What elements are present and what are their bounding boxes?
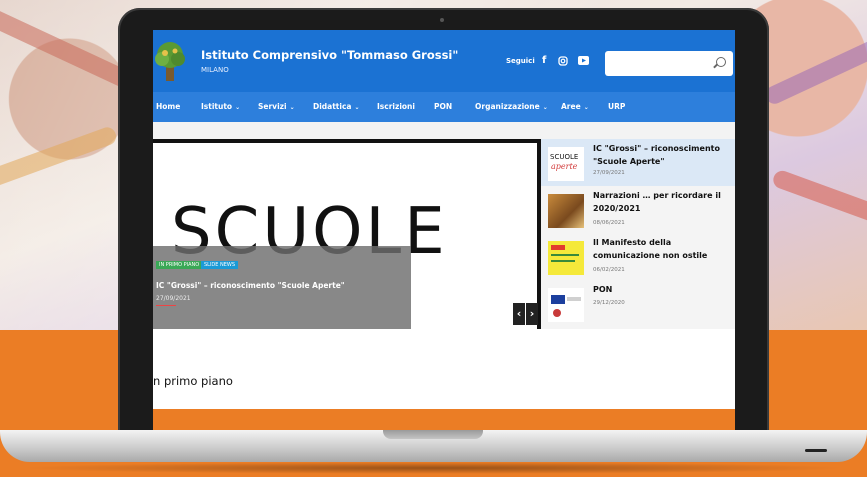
- laptop-screen: Istituto Comprensivo "Tommaso Grossi" MI…: [153, 30, 735, 430]
- camera-icon: [440, 18, 444, 22]
- nav-label: Organizzazione: [475, 102, 540, 111]
- chevron-down-icon: ⌄: [354, 104, 360, 111]
- nav-item-aree[interactable]: Aree ⌄: [561, 102, 589, 111]
- facebook-icon[interactable]: f: [542, 55, 546, 66]
- nav-item-istituto[interactable]: Istituto ⌄: [201, 102, 240, 111]
- search-input[interactable]: [605, 51, 733, 76]
- news-thumbnail[interactable]: [548, 288, 584, 322]
- content-area: [153, 329, 735, 409]
- youtube-icon[interactable]: [578, 56, 589, 65]
- pencil-decoration: [0, 7, 137, 91]
- nav-item-didattica[interactable]: Didattica ⌄: [313, 102, 360, 111]
- news-date: 27/09/2021: [593, 170, 625, 176]
- nav-item-organizzazione[interactable]: Organizzazione ⌄: [475, 102, 548, 111]
- thumb-decoration: [567, 297, 581, 301]
- nav-label: Aree: [561, 102, 581, 111]
- news-date: 06/02/2021: [593, 267, 625, 273]
- news-title[interactable]: Il Manifesto della comunicazione non ost…: [593, 237, 733, 262]
- tag-in-primo-piano[interactable]: IN PRIMO PIANO: [156, 261, 203, 269]
- nav-item-urp[interactable]: URP: [608, 102, 625, 111]
- pencil-decoration: [762, 31, 867, 107]
- laptop-indicator: [805, 449, 827, 452]
- tag-slide-news[interactable]: SLIDE NEWS: [201, 261, 239, 269]
- news-title[interactable]: Narrazioni … per ricordare il 2020/2021: [593, 190, 733, 215]
- pencil-decoration: [770, 168, 867, 230]
- site-subtitle: MILANO: [201, 66, 229, 74]
- nav-item-iscrizioni[interactable]: Iscrizioni: [377, 102, 415, 111]
- thumb-decoration: [551, 260, 575, 262]
- follow-label: Seguici: [506, 57, 535, 65]
- thumb-text: SCUOLE: [550, 153, 579, 161]
- pencil-decoration: [0, 124, 119, 194]
- eu-flag-icon: [551, 295, 565, 304]
- chevron-down-icon: ⌄: [542, 104, 548, 111]
- nav-label: Servizi: [258, 102, 287, 111]
- nav-item-pon[interactable]: PON: [434, 102, 452, 111]
- orange-band: [153, 409, 735, 430]
- nav-label: Didattica: [313, 102, 352, 111]
- nav-item-home[interactable]: Home: [156, 102, 180, 111]
- thumb-decoration: [551, 254, 579, 256]
- nav-item-servizi[interactable]: Servizi ⌄: [258, 102, 295, 111]
- site-title[interactable]: Istituto Comprensivo "Tommaso Grossi": [201, 48, 458, 62]
- chevron-down-icon: ⌄: [583, 104, 589, 111]
- next-slide-button[interactable]: ›: [526, 303, 538, 325]
- nav-label: URP: [608, 102, 626, 111]
- list-item[interactable]: SCUOLE aperte IC "Grossi" – riconoscimen…: [541, 139, 735, 186]
- section-title: n primo piano: [153, 374, 233, 388]
- news-date: 29/12/2020: [593, 300, 625, 306]
- instagram-icon[interactable]: [558, 56, 568, 66]
- thumb-subtext: aperte: [551, 162, 578, 171]
- site-header: Istituto Comprensivo "Tommaso Grossi" MI…: [153, 30, 735, 92]
- main-nav: Home Istituto ⌄ Servizi ⌄ Didattica ⌄ Iscri…: [153, 92, 735, 122]
- news-slider[interactable]: SCUOLE IN PRIMO PIANO SLIDE NEWS IC "Gro…: [153, 139, 541, 329]
- nav-label: Iscrizioni: [377, 102, 415, 111]
- list-item[interactable]: Il Manifesto della comunicazione non ost…: [541, 233, 735, 280]
- breadcrumb-strip: [153, 122, 735, 139]
- chevron-down-icon: ⌄: [289, 104, 295, 111]
- emblem-icon: [553, 309, 561, 317]
- nav-label: Home: [156, 102, 181, 111]
- thumb-decoration: [551, 245, 565, 250]
- news-thumbnail[interactable]: SCUOLE aperte: [548, 147, 584, 181]
- slide-divider: [156, 305, 176, 306]
- slide-date: 27/09/2021: [156, 295, 191, 302]
- laptop-notch: [383, 430, 483, 439]
- search-icon[interactable]: [716, 57, 726, 67]
- slide-title[interactable]: IC "Grossi" – riconoscimento "Scuole Ape…: [156, 281, 345, 290]
- nav-label: PON: [434, 102, 453, 111]
- news-thumbnail[interactable]: [548, 241, 584, 275]
- school-logo-tree-icon[interactable]: [153, 41, 187, 83]
- prev-slide-button[interactable]: ‹: [513, 303, 525, 325]
- chevron-down-icon: ⌄: [235, 104, 241, 111]
- nav-label: Istituto: [201, 102, 233, 111]
- laptop-shadow: [20, 462, 847, 474]
- news-list: SCUOLE aperte IC "Grossi" – riconoscimen…: [541, 139, 735, 329]
- news-title[interactable]: PON: [593, 284, 733, 297]
- list-item[interactable]: Narrazioni … per ricordare il 2020/2021 …: [541, 186, 735, 233]
- list-item[interactable]: PON 29/12/2020: [541, 280, 735, 327]
- news-date: 08/06/2021: [593, 220, 625, 226]
- news-title[interactable]: IC "Grossi" – riconoscimento "Scuole Ape…: [593, 143, 733, 168]
- news-thumbnail[interactable]: [548, 194, 584, 228]
